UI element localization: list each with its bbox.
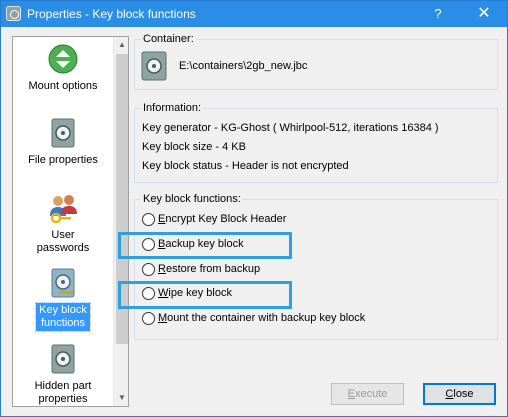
key-block-functions-group: Key block functions: Encrypt Key Block H… [134, 193, 498, 340]
app-icon [6, 6, 21, 21]
radio-label: Restore from backup [158, 263, 261, 275]
sidebar: Mount options File properties User passw… [12, 36, 129, 407]
window-title: Properties - Key block functions [27, 7, 196, 21]
radio-button[interactable] [142, 312, 155, 325]
key-block-size-text: Key block size - 4 KB [142, 141, 246, 153]
radio-button[interactable] [142, 263, 155, 276]
close-window-button[interactable]: ✕ [461, 1, 507, 27]
radio-label: Encrypt Key Block Header [158, 213, 287, 225]
eject-icon [47, 43, 79, 75]
functions-group-title: Key block functions: [141, 193, 243, 206]
close-button[interactable]: Close [423, 383, 496, 405]
key-block-status-text: Key block status - Header is not encrypt… [142, 160, 349, 172]
key-generator-text: Key generator - KG-Ghost ( Whirlpool-512… [142, 122, 439, 134]
safe-icon [47, 117, 79, 149]
sidebar-item-label: Key block functions [35, 302, 91, 332]
radio-label: Backup key block [158, 238, 244, 250]
scrollbar-thumb[interactable] [116, 54, 128, 344]
users-key-icon [47, 192, 79, 224]
radio-button[interactable] [142, 213, 155, 226]
sidebar-item-label: Mount options [28, 80, 98, 92]
container-path: E:\containers\2gb_new.jbc [179, 60, 308, 72]
safe-icon [47, 343, 79, 375]
radio-button[interactable] [142, 287, 155, 300]
radio-label: Mount the container with backup key bloc… [158, 312, 366, 324]
help-button[interactable]: ? [415, 1, 461, 27]
sidebar-item-hidden-part-properties[interactable]: Hidden part properties [13, 343, 113, 406]
radio-label: Wipe key block [158, 287, 232, 299]
sidebar-scrollbar[interactable]: ▲ ▼ [113, 37, 128, 406]
sidebar-item-label: Hidden part properties [34, 380, 92, 405]
radio-button[interactable] [142, 238, 155, 251]
information-group-title: Information: [141, 102, 204, 115]
information-group: Information: Key generator - KG-Ghost ( … [134, 102, 498, 183]
sidebar-item-mount-options[interactable]: Mount options [13, 43, 113, 94]
key-block-icon [47, 267, 79, 299]
title-bar[interactable]: Properties - Key block functions ? ✕ [1, 1, 507, 27]
sidebar-item-file-properties[interactable]: File properties [13, 117, 113, 168]
container-file-icon [141, 51, 167, 81]
container-group: Container: E:\containers\2gb_new.jbc [134, 33, 498, 90]
execute-button[interactable]: Execute [331, 383, 404, 405]
scroll-up-arrow-icon[interactable]: ▲ [114, 37, 128, 53]
sidebar-item-user-passwords[interactable]: User passwords [13, 192, 113, 256]
sidebar-item-key-block-functions[interactable]: Key block functions [13, 267, 113, 332]
sidebar-item-label: File properties [28, 154, 98, 166]
scroll-down-arrow-icon[interactable]: ▼ [114, 390, 128, 406]
properties-dialog: Properties - Key block functions ? ✕ Mou… [0, 0, 508, 417]
container-group-title: Container: [141, 33, 196, 46]
sidebar-item-label: User passwords [36, 229, 90, 254]
